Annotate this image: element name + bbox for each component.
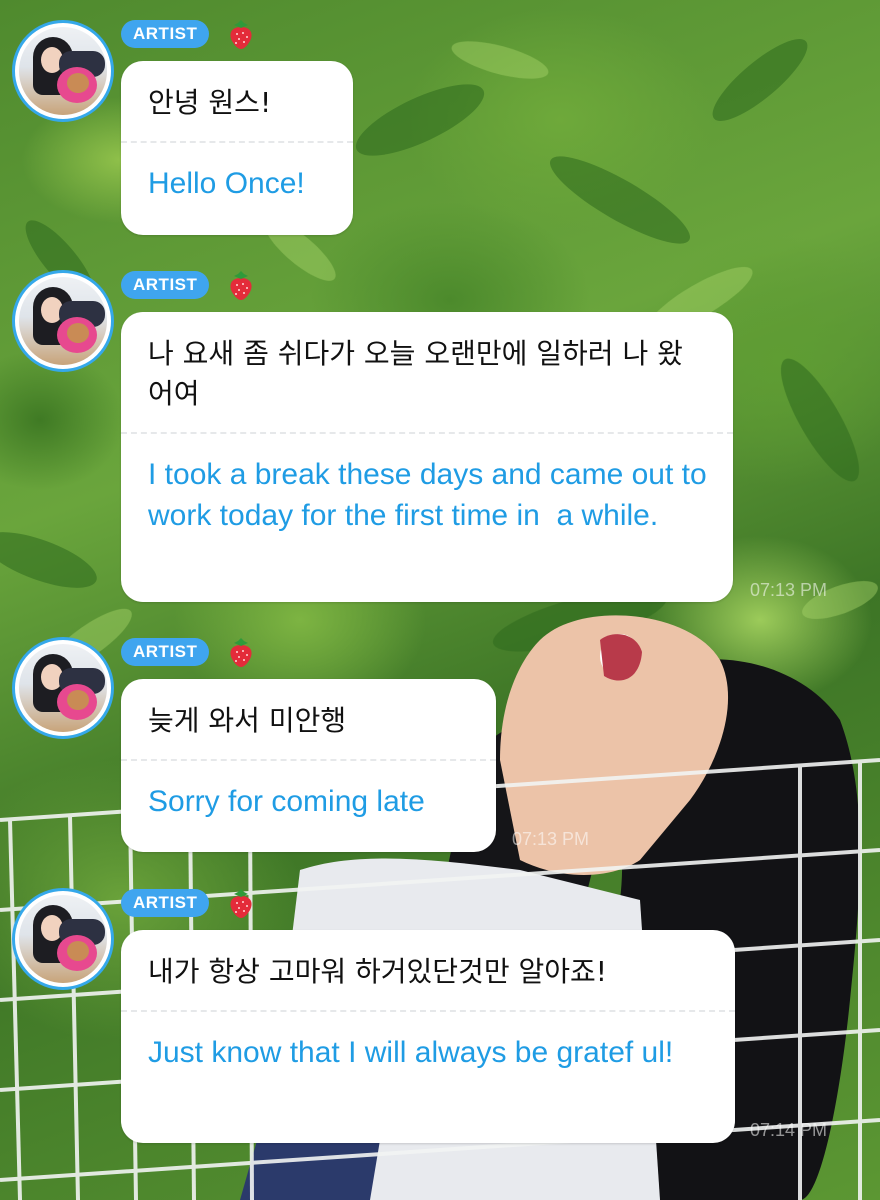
artist-avatar[interactable]	[12, 888, 114, 990]
message-timestamp: 07:13 PM	[512, 829, 590, 849]
message-translation-text: I took a break these days and came out t…	[148, 458, 716, 532]
artist-badge: ARTIST	[121, 20, 210, 48]
message-translation-text: Sorry for coming late	[148, 785, 425, 818]
message-bubble[interactable]: 내가 항상 고마워 하거있단것만 알아죠! Just know that I w…	[121, 930, 735, 1143]
avatar-photo	[19, 277, 107, 365]
message-timestamp: 07:13 PM	[750, 580, 828, 600]
artist-badge: ARTIST	[121, 889, 210, 917]
message-korean-text: 안녕 원스!	[148, 86, 272, 119]
message-timestamp: 07:14 PM	[750, 1120, 828, 1140]
strawberry-icon	[230, 271, 252, 300]
strawberry-icon	[230, 20, 252, 49]
message-translation-text: Hello Once!	[148, 167, 305, 200]
message-bubble[interactable]: 나 요새 좀 쉬다가 오늘 오랜만에 일하러 나 왔어여 I took a br…	[121, 312, 733, 602]
avatar-photo	[19, 895, 107, 983]
avatar-photo	[19, 644, 107, 732]
message-korean-text: 늦게 와서 미안행	[148, 704, 347, 737]
artist-badge: ARTIST	[121, 638, 210, 666]
message-korean-text: 나 요새 좀 쉬다가 오늘 오랜만에 일하러 나 왔어여	[148, 337, 683, 410]
message-translation-text: Just know that I will always be gratef u…	[148, 1036, 674, 1069]
strawberry-icon	[230, 638, 252, 667]
avatar-photo	[19, 27, 107, 115]
strawberry-icon	[230, 889, 252, 918]
artist-avatar[interactable]	[12, 270, 114, 372]
artist-avatar[interactable]	[12, 637, 114, 739]
artist-badge: ARTIST	[121, 271, 210, 299]
message-bubble[interactable]: 늦게 와서 미안행 Sorry for coming late	[121, 679, 496, 852]
message-bubble[interactable]: 안녕 원스! Hello Once!	[121, 61, 353, 235]
message-korean-text: 내가 항상 고마워 하거있단것만 알아죠!	[148, 955, 607, 988]
artist-avatar[interactable]	[12, 20, 114, 122]
